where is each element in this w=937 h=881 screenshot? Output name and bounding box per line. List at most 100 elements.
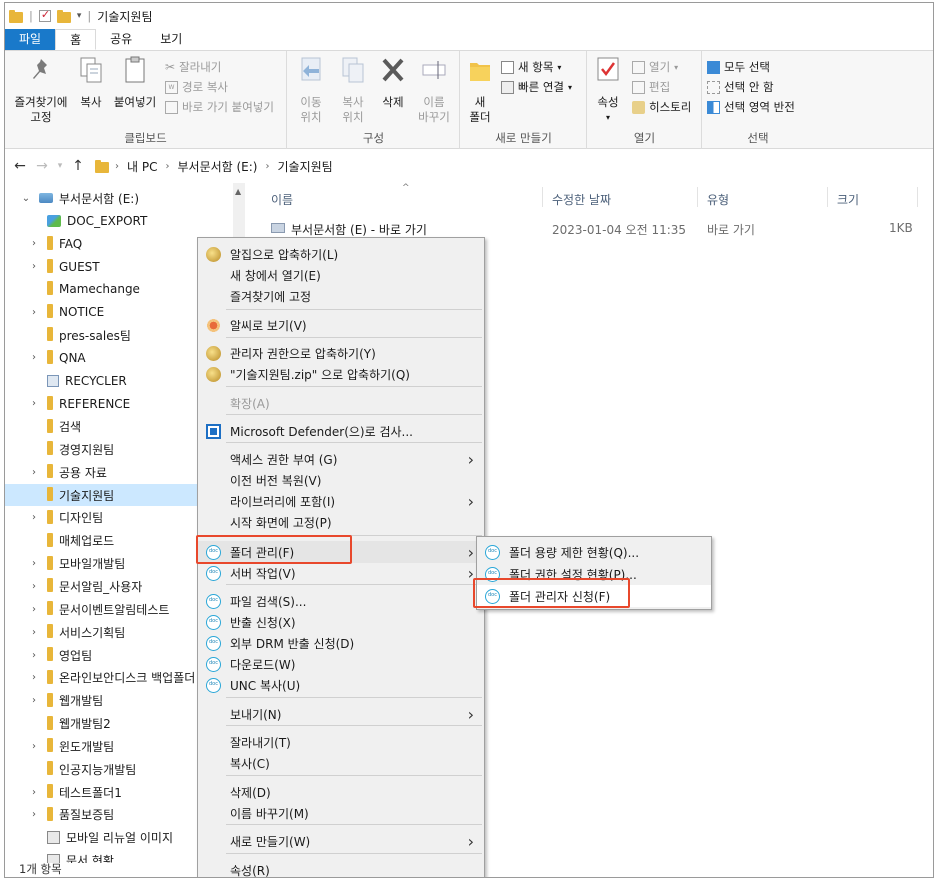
context-menu-item[interactable]: 새로 만들기(W) › xyxy=(198,830,484,852)
paste-label: 붙여넣기 xyxy=(113,95,157,109)
tab-share[interactable]: 공유 xyxy=(96,29,146,50)
breadcrumb-item[interactable]: 내 PC xyxy=(127,158,157,175)
back-arrow-icon[interactable]: ← xyxy=(9,158,31,174)
chevron-right-icon[interactable]: › xyxy=(27,398,41,409)
chevron-right-icon[interactable]: › xyxy=(27,650,41,661)
paste-button[interactable]: 붙여넣기 xyxy=(111,55,159,110)
paste-icon xyxy=(125,56,145,83)
chevron-right-icon[interactable]: › xyxy=(27,261,41,272)
column-header-date[interactable]: 수정한 날짜 xyxy=(552,191,611,208)
sidebar-item[interactable]: ⌄ 부서문서함 (E:) xyxy=(5,187,233,209)
easy-access-button[interactable]: 빠른 연결 ▾ xyxy=(501,79,572,95)
select-all-button[interactable]: 모두 선택 xyxy=(707,59,770,75)
sidebar-item[interactable]: DOC_EXPORT xyxy=(5,210,233,232)
column-header-size[interactable]: 크기 xyxy=(837,191,859,208)
properties-button[interactable]: 속성 ▾ xyxy=(592,55,624,125)
chevron-right-icon[interactable]: › xyxy=(165,161,169,172)
pin-quick-access-button[interactable]: 즐겨찾기에 고정 xyxy=(9,55,73,125)
paste-shortcut-button[interactable]: 바로 가기 붙여넣기 xyxy=(165,99,274,115)
column-divider[interactable] xyxy=(697,187,698,207)
column-divider[interactable] xyxy=(917,187,918,207)
chevron-right-icon[interactable]: › xyxy=(27,627,41,638)
context-menu-item[interactable]: doc UNC 복사(U) xyxy=(198,674,484,696)
chevron-right-icon[interactable]: › xyxy=(27,604,41,615)
context-menu-item[interactable]: doc 서버 작업(V) › xyxy=(198,562,484,584)
properties-icon xyxy=(597,57,619,81)
chevron-right-icon[interactable]: › xyxy=(27,809,41,820)
column-divider[interactable] xyxy=(542,187,543,207)
context-menu-item[interactable]: doc 다운로드(W) xyxy=(198,653,484,675)
chevron-right-icon[interactable]: › xyxy=(27,787,41,798)
chevron-right-icon[interactable]: › xyxy=(27,672,41,683)
chevron-right-icon[interactable]: › xyxy=(27,741,41,752)
chevron-right-icon[interactable]: › xyxy=(27,695,41,706)
context-menu-item[interactable]: 라이브러리에 포함(I) › xyxy=(198,490,484,512)
context-menu-item[interactable]: 확장(A) xyxy=(198,392,484,414)
context-menu-item[interactable]: doc 반출 신청(X) xyxy=(198,611,484,633)
invert-selection-button[interactable]: 선택 영역 반전 xyxy=(707,99,795,115)
submenu-arrow-icon: › xyxy=(467,491,474,511)
chevron-down-icon[interactable]: ⌄ xyxy=(19,193,33,204)
column-header-type[interactable]: 유형 xyxy=(707,191,729,208)
context-menu-item[interactable]: 보내기(N) › xyxy=(198,703,484,725)
copy-path-button[interactable]: W 경로 복사 xyxy=(165,79,228,95)
context-menu-item[interactable]: 시작 화면에 고정(P) xyxy=(198,511,484,533)
context-menu-item[interactable]: 즐겨찾기에 고정 xyxy=(198,285,484,307)
up-arrow-icon[interactable]: ↑ xyxy=(67,158,89,174)
chevron-right-icon[interactable]: › xyxy=(27,352,41,363)
quick-access-dropdown-icon[interactable]: ▾ xyxy=(77,11,82,21)
edit-button[interactable]: 편집 xyxy=(632,79,670,95)
context-menu-item[interactable]: 삭제(D) xyxy=(198,781,484,803)
history-button[interactable]: 히스토리 xyxy=(632,99,691,115)
new-item-button[interactable]: 새 항목 ▾ xyxy=(501,59,561,75)
chevron-right-icon[interactable]: › xyxy=(266,161,270,172)
move-to-button[interactable]: 이동 위치 xyxy=(292,55,330,125)
context-menu-item[interactable]: 이전 버전 복원(V) xyxy=(198,469,484,491)
copy-button[interactable]: 복사 xyxy=(75,55,107,110)
tab-file[interactable]: 파일 xyxy=(5,29,56,50)
cut-button[interactable]: ✂ 잘라내기 xyxy=(165,59,221,75)
rename-icon xyxy=(422,61,446,79)
context-menu-item[interactable]: 알집으로 압축하기(L) xyxy=(198,243,484,265)
submenu-item[interactable]: doc 폴더 용량 제한 현황(Q)... xyxy=(477,541,711,563)
context-menu-item[interactable]: 이름 바꾸기(M) xyxy=(198,802,484,824)
properties-quick-icon[interactable] xyxy=(38,8,51,22)
delete-button[interactable]: 삭제 xyxy=(378,55,408,110)
column-header-name[interactable]: 이름 xyxy=(271,191,293,208)
breadcrumb-item[interactable]: 부서문서함 (E:) xyxy=(177,158,257,175)
context-menu-item[interactable]: 알씨로 보기(V) xyxy=(198,314,484,336)
context-menu-item[interactable]: 잘라내기(T) xyxy=(198,731,484,753)
column-divider[interactable] xyxy=(827,187,828,207)
copy-to-button[interactable]: 복사 위치 xyxy=(334,55,372,125)
recent-dropdown-icon[interactable]: ▾ xyxy=(53,161,67,171)
tab-home[interactable]: 홈 xyxy=(55,29,97,50)
context-menu-item[interactable]: 액세스 권한 부여 (G) › xyxy=(198,448,484,470)
chevron-right-icon[interactable]: › xyxy=(27,238,41,249)
folder-icon xyxy=(47,395,53,410)
tab-view[interactable]: 보기 xyxy=(146,29,196,50)
context-menu-item[interactable]: doc 외부 DRM 반출 신청(D) xyxy=(198,632,484,654)
doc-icon: doc xyxy=(206,566,221,581)
context-menu-item[interactable]: Microsoft Defender(으)로 검사... xyxy=(198,420,484,442)
context-menu-item[interactable]: 관리자 권한으로 압축하기(Y) xyxy=(198,342,484,364)
chevron-right-icon[interactable]: › xyxy=(27,512,41,523)
new-folder-quick-icon[interactable] xyxy=(56,10,71,23)
context-menu-item[interactable]: 복사(C) xyxy=(198,752,484,774)
rename-button[interactable]: 이름 바꾸기 xyxy=(414,55,454,125)
context-menu-item[interactable]: "기술지원팀.zip" 으로 압축하기(Q) xyxy=(198,363,484,385)
scroll-up-icon[interactable]: ▲ xyxy=(235,187,241,196)
chevron-right-icon[interactable]: › xyxy=(115,161,119,172)
forward-arrow-icon[interactable]: → xyxy=(31,158,53,174)
context-menu-item[interactable]: 새 창에서 열기(E) xyxy=(198,264,484,286)
chevron-right-icon[interactable]: › xyxy=(27,307,41,318)
chevron-right-icon[interactable]: › xyxy=(27,581,41,592)
context-menu-item[interactable]: doc 파일 검색(S)... xyxy=(198,590,484,612)
chevron-right-icon[interactable]: › xyxy=(27,467,41,478)
pin-label: 즐겨찾기에 고정 xyxy=(14,95,68,124)
context-menu-item[interactable]: 속성(R) xyxy=(198,859,484,878)
new-folder-button[interactable]: 새 폴더 xyxy=(465,55,495,125)
chevron-right-icon[interactable]: › xyxy=(27,558,41,569)
select-none-button[interactable]: 선택 안 함 xyxy=(707,79,774,95)
open-button[interactable]: 열기 ▾ xyxy=(632,59,678,75)
breadcrumb-item[interactable]: 기술지원팀 xyxy=(278,158,333,175)
